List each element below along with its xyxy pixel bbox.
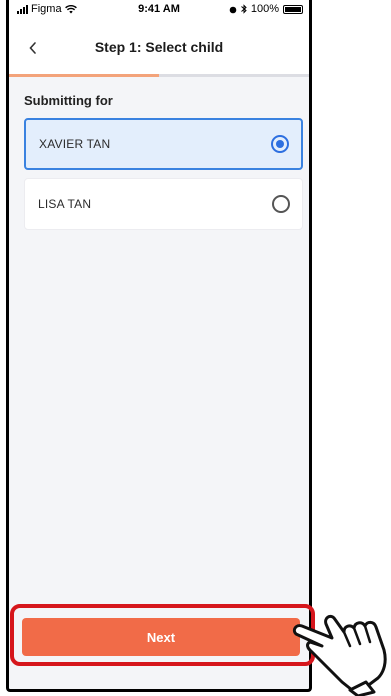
child-option-lisa-tan[interactable]: LISA TAN [24,178,303,230]
battery-icon [283,4,303,14]
battery-percent: 100% [250,3,279,15]
radio-selected-icon[interactable] [271,135,289,153]
radio-unselected-icon[interactable] [272,195,290,213]
chevron-left-icon [29,42,36,54]
section-label: Submitting for [24,93,113,108]
status-right: 100% [229,3,303,15]
next-button[interactable]: Next [22,618,300,656]
child-option-xavier-tan[interactable]: XAVIER TAN [24,118,303,170]
child-name: XAVIER TAN [39,137,111,151]
hand-pointer-icon [292,614,387,696]
page-title: Step 1: Select child [94,39,224,55]
phone-screen: Figma 9:41 AM 100% Step 1: Select child … [6,0,312,692]
status-bar: Figma 9:41 AM 100% [9,0,309,22]
progress-bar [9,74,309,77]
nav-bar: Step 1: Select child [9,22,309,74]
progress-fill [9,74,159,77]
bluetooth-icon [241,4,247,14]
child-name: LISA TAN [38,197,92,211]
alarm-icon [229,6,237,13]
back-button[interactable] [23,36,43,60]
